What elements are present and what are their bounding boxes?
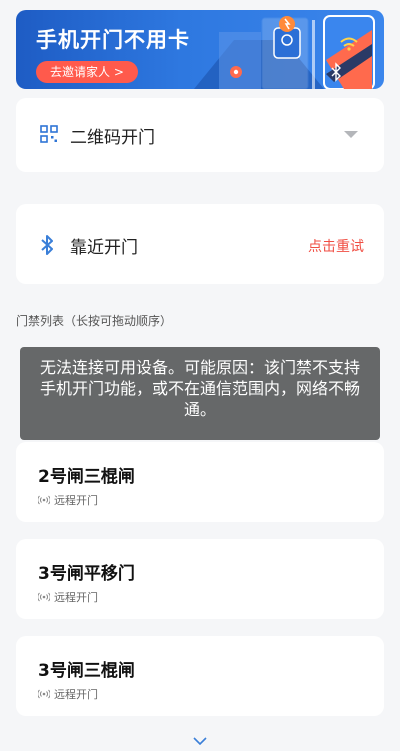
signal-icon — [38, 689, 50, 699]
door-card[interactable]: 3号闸平移门 远程开门 — [16, 539, 384, 619]
invite-family-button[interactable]: 去邀请家人 > — [36, 61, 138, 83]
qr-code-icon — [40, 125, 58, 143]
door-mode-label: 远程开门 — [54, 591, 98, 604]
door-mode: 远程开门 — [38, 686, 98, 702]
signal-icon — [38, 592, 50, 602]
door-card[interactable]: 3号闸三棍闸 远程开门 — [16, 636, 384, 716]
qr-code-open-label: 二维码开门 — [70, 128, 155, 148]
door-mode-label: 远程开门 — [54, 494, 98, 507]
signal-icon — [38, 495, 50, 505]
door-card[interactable]: 2号闸三棍闸 远程开门 — [16, 442, 384, 522]
chevron-down-icon[interactable] — [193, 737, 207, 745]
door-name: 3号闸三棍闸 — [38, 661, 135, 681]
error-toast: 无法连接可用设备。可能原因：该门禁不支持手机开门功能，或不在通信范围内，网络不畅… — [20, 347, 380, 440]
banner-illustration — [194, 15, 375, 89]
door-name: 3号闸平移门 — [38, 564, 135, 584]
bluetooth-open-label: 靠近开门 — [70, 238, 138, 258]
promo-banner[interactable]: 手机开门不用卡 去邀请家人 > — [16, 10, 384, 89]
retry-button[interactable]: 点击重试 — [308, 236, 364, 256]
bluetooth-icon — [41, 235, 53, 255]
door-mode-label: 远程开门 — [54, 688, 98, 701]
door-name: 2号闸三棍闸 — [38, 467, 135, 487]
caret-down-icon[interactable] — [344, 131, 358, 138]
qr-code-open-row[interactable]: 二维码开门 — [16, 98, 384, 172]
door-list-title: 门禁列表（长按可拖动顺序） — [16, 314, 173, 328]
bluetooth-open-row: 靠近开门 点击重试 — [16, 204, 384, 284]
banner-title: 手机开门不用卡 — [36, 28, 190, 52]
door-mode: 远程开门 — [38, 589, 98, 605]
door-mode: 远程开门 — [38, 492, 98, 508]
